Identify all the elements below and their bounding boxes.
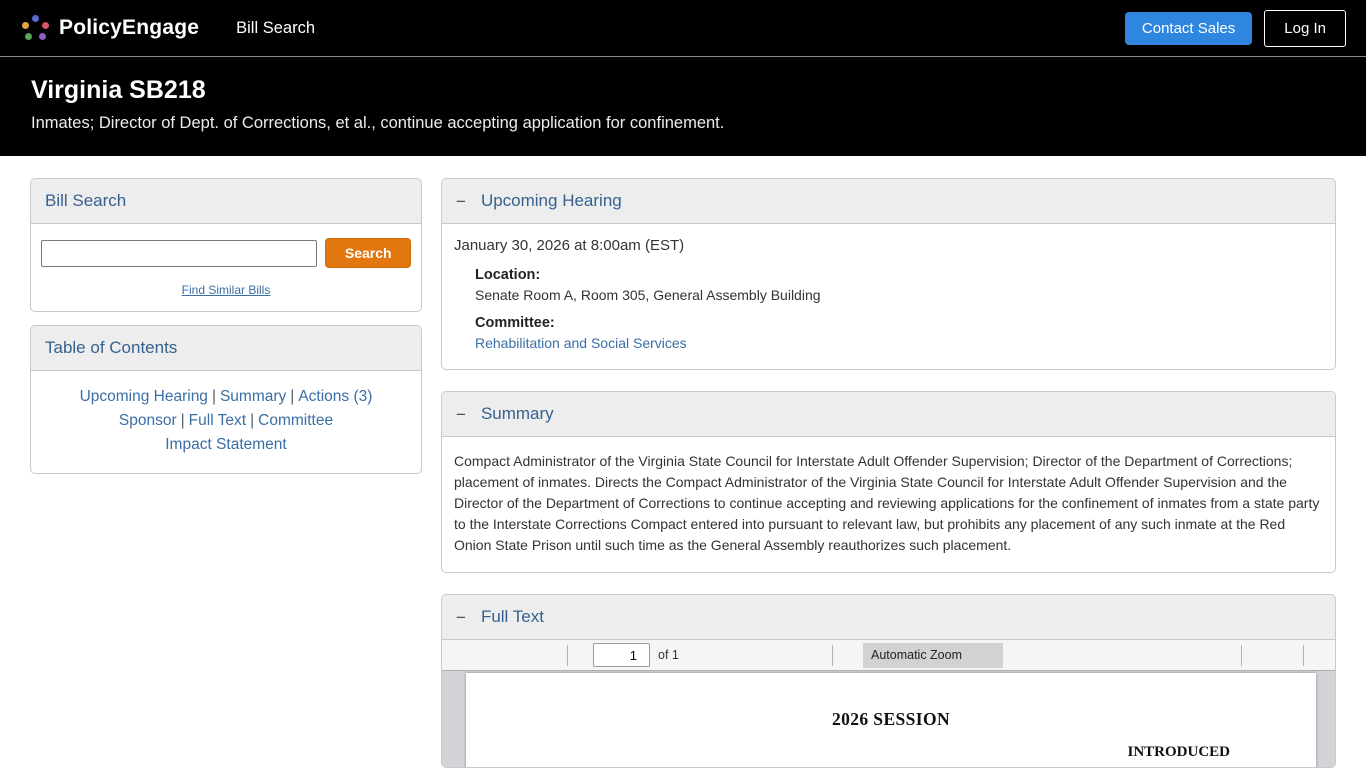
pdf-page-number-input[interactable] bbox=[593, 643, 650, 667]
nav-item-bill-search[interactable]: Bill Search bbox=[236, 19, 315, 38]
upcoming-hearing-header: − Upcoming Hearing bbox=[442, 179, 1335, 224]
toc-link-impact-statement[interactable]: Impact Statement bbox=[165, 436, 286, 453]
location-value: Senate Room A, Room 305, General Assembl… bbox=[475, 287, 1323, 303]
toc-link-summary[interactable]: Summary bbox=[220, 388, 286, 405]
location-label: Location: bbox=[475, 267, 1323, 283]
top-navbar: PolicyEngage Bill Search Contact Sales L… bbox=[0, 0, 1366, 57]
summary-title: Summary bbox=[481, 404, 554, 424]
log-in-button[interactable]: Log In bbox=[1264, 10, 1346, 47]
upcoming-hearing-title: Upcoming Hearing bbox=[481, 191, 622, 211]
toc-row: Upcoming Hearing|Summary|Actions (3) bbox=[41, 385, 411, 409]
toolbar-divider bbox=[1303, 645, 1304, 666]
bill-search-panel: Bill Search Search Find Similar Bills bbox=[30, 178, 422, 312]
pdf-toolbar: of 1 Automatic Zoom bbox=[442, 640, 1335, 671]
toc-link-actions[interactable]: Actions (3) bbox=[298, 388, 372, 405]
find-similar-bills-link[interactable]: Find Similar Bills bbox=[182, 283, 271, 297]
toc-separator: | bbox=[250, 412, 254, 429]
collapse-icon[interactable]: − bbox=[456, 609, 466, 626]
toc-separator: | bbox=[212, 388, 216, 405]
toc-link-committee[interactable]: Committee bbox=[258, 412, 333, 429]
summary-header: − Summary bbox=[442, 392, 1335, 437]
main-content: − Upcoming Hearing January 30, 2026 at 8… bbox=[441, 178, 1336, 768]
toolbar-divider bbox=[1241, 645, 1242, 666]
collapse-icon[interactable]: − bbox=[456, 406, 466, 423]
brand-name: PolicyEngage bbox=[59, 16, 199, 40]
toc-link-upcoming-hearing[interactable]: Upcoming Hearing bbox=[80, 388, 208, 405]
full-text-panel: − Full Text of 1 Automatic Zoom 2026 SES… bbox=[441, 594, 1336, 768]
toc-link-sponsor[interactable]: Sponsor bbox=[119, 412, 177, 429]
bill-search-panel-title: Bill Search bbox=[45, 191, 126, 211]
hearing-datetime: January 30, 2026 at 8:00am (EST) bbox=[454, 237, 1323, 254]
collapse-icon[interactable]: − bbox=[456, 193, 466, 210]
pdf-page: 2026 SESSION INTRODUCED bbox=[466, 673, 1316, 767]
bill-header: Virginia SB218 Inmates; Director of Dept… bbox=[0, 57, 1366, 156]
committee-link[interactable]: Rehabilitation and Social Services bbox=[475, 335, 687, 351]
toc-row: Sponsor|Full Text|Committee bbox=[41, 409, 411, 433]
summary-panel: − Summary Compact Administrator of the V… bbox=[441, 391, 1336, 573]
toc-separator: | bbox=[181, 412, 185, 429]
toolbar-divider bbox=[567, 645, 568, 666]
pdf-viewer[interactable]: 2026 SESSION INTRODUCED bbox=[442, 671, 1335, 767]
upcoming-hearing-panel: − Upcoming Hearing January 30, 2026 at 8… bbox=[441, 178, 1336, 370]
policyengage-logo-icon bbox=[20, 12, 50, 44]
page-title: Virginia SB218 bbox=[31, 76, 1366, 105]
table-of-contents-panel: Table of Contents Upcoming Hearing|Summa… bbox=[30, 325, 422, 474]
full-text-title: Full Text bbox=[481, 607, 544, 627]
toc-panel-title: Table of Contents bbox=[45, 338, 177, 358]
full-text-header: − Full Text bbox=[442, 595, 1335, 640]
search-button[interactable]: Search bbox=[325, 238, 411, 268]
pdf-zoom-select[interactable]: Automatic Zoom bbox=[863, 643, 1003, 668]
bill-description: Inmates; Director of Dept. of Correction… bbox=[31, 114, 1366, 133]
toc-panel-header: Table of Contents bbox=[31, 326, 421, 371]
bill-search-panel-header: Bill Search bbox=[31, 179, 421, 224]
contact-sales-button[interactable]: Contact Sales bbox=[1125, 12, 1252, 45]
pdf-session-heading: 2026 SESSION bbox=[466, 709, 1316, 730]
pdf-status-heading: INTRODUCED bbox=[466, 744, 1316, 761]
toc-link-full-text[interactable]: Full Text bbox=[189, 412, 246, 429]
toc-links: Upcoming Hearing|Summary|Actions (3) Spo… bbox=[31, 371, 421, 473]
sidebar: Bill Search Search Find Similar Bills Ta… bbox=[30, 178, 422, 768]
committee-label: Committee: bbox=[475, 315, 1323, 331]
pdf-page-count: of 1 bbox=[658, 640, 679, 671]
toc-separator: | bbox=[290, 388, 294, 405]
bill-search-input[interactable] bbox=[41, 240, 317, 267]
summary-text: Compact Administrator of the Virginia St… bbox=[454, 451, 1323, 556]
toolbar-divider bbox=[832, 645, 833, 666]
toc-row: Impact Statement bbox=[41, 433, 411, 457]
